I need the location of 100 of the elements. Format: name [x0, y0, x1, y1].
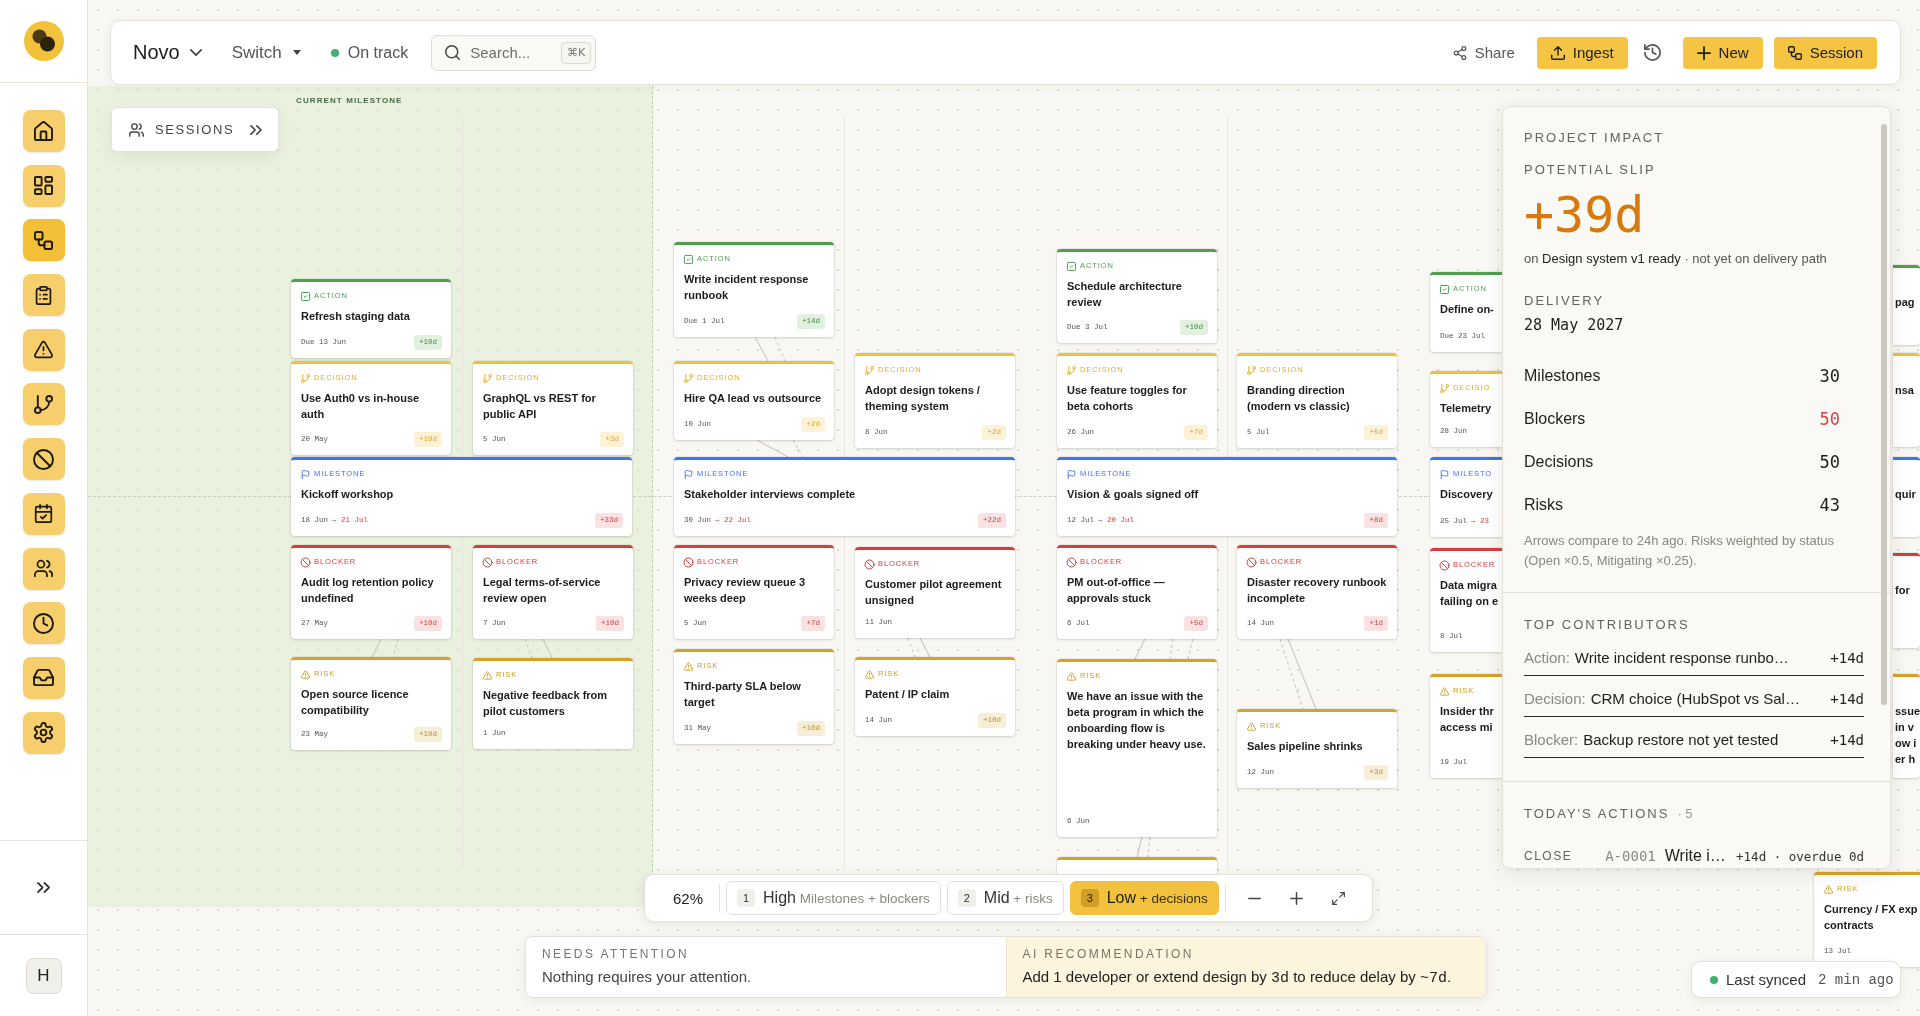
- card-title: Patent / IP claim: [865, 687, 951, 702]
- slip-note: on Design system v1 ready · not yet on delivery path: [1524, 250, 1828, 268]
- nav-button[interactable]: [22, 438, 65, 481]
- ingest-button[interactable]: Ingest: [1536, 36, 1628, 69]
- nav-button[interactable]: [22, 602, 65, 645]
- stat-label: Blockers: [1524, 409, 1586, 428]
- action-card[interactable]: pag: [1893, 265, 1920, 345]
- share-button[interactable]: Share: [1452, 44, 1515, 61]
- warning-icon: [1440, 686, 1449, 696]
- upload-icon: [1550, 45, 1565, 60]
- stat-label: Decisions: [1524, 452, 1594, 471]
- flag-icon: [684, 469, 693, 479]
- card-title: Schedule architecture review: [1067, 279, 1183, 310]
- workflow-icon: [34, 230, 53, 250]
- card-title: Audit log retention policy undefined: [301, 575, 435, 606]
- card-title: Adopt design tokens / theming system: [865, 383, 981, 414]
- warning-icon: [34, 340, 53, 360]
- branch-icon: [1247, 365, 1256, 375]
- branch-icon: [301, 373, 310, 383]
- new-button[interactable]: New: [1682, 36, 1763, 69]
- ban-icon: [865, 559, 874, 569]
- status-label: On track: [347, 43, 409, 62]
- action-meta: +14d · overdue 0d: [1736, 848, 1864, 864]
- card-title: We have an issue with the beta program in which the onboarding flow is breaking under heavy use.: [1067, 689, 1207, 752]
- section-label: NEEDS ATTENTION: [542, 947, 691, 961]
- blocker-card[interactable]: for: [1893, 553, 1920, 648]
- sessions-button[interactable]: SESSIONS: [111, 107, 279, 152]
- expand-sidebar-button[interactable]: [37, 882, 50, 893]
- card-title: Privacy review queue 3 weeks deep: [684, 575, 807, 606]
- card-title: Use Auth0 vs in-house auth: [301, 391, 421, 422]
- project-switcher[interactable]: Novo: [133, 41, 202, 64]
- search-icon: [445, 45, 461, 60]
- user-avatar[interactable]: H: [25, 957, 62, 994]
- card-title: Discovery: [1440, 487, 1494, 502]
- caret-icon: [292, 50, 301, 55]
- session-button[interactable]: Session: [1773, 36, 1877, 69]
- card-title: Kickoff workshop: [301, 487, 395, 502]
- contributor-name: CRM choice (HubSpot vs Sal…: [1590, 689, 1800, 709]
- action-id: A-0001: [1605, 848, 1656, 864]
- card-title: Open source licence compatibility: [301, 687, 410, 718]
- nav-button[interactable]: [22, 164, 65, 207]
- nav-button[interactable]: [22, 492, 65, 535]
- stat-value: 30: [1819, 365, 1840, 386]
- card-title: Refresh staging data: [301, 309, 411, 324]
- detail-level-tab[interactable]: 2 Mid + risks: [946, 881, 1064, 915]
- ban-icon: [1440, 560, 1449, 570]
- contributor-row[interactable]: Decision: CRM choice (HubSpot vs Sal… +14d: [1524, 689, 1864, 717]
- milestone-card[interactable]: quir: [1893, 457, 1920, 537]
- card-title: Hire QA lead vs outsource: [684, 391, 823, 406]
- card-title: Insider thr access mi: [1440, 704, 1495, 735]
- risk-card[interactable]: ssue in v ow i er h: [1893, 674, 1920, 778]
- nav-button[interactable]: [22, 383, 65, 426]
- sync-time: 2 min ago: [1818, 971, 1894, 988]
- detail-level-tab[interactable]: 3 Low + decisions: [1069, 881, 1219, 915]
- nav-button[interactable]: [22, 219, 65, 262]
- section-label: AI RECOMMENDATION: [1022, 947, 1195, 961]
- sync-label: Last synced: [1726, 971, 1807, 988]
- history-icon: [1643, 44, 1661, 61]
- nav-button[interactable]: [22, 328, 65, 371]
- decision-card[interactable]: nsa: [1893, 353, 1920, 447]
- checkbox-icon: [1067, 261, 1076, 271]
- stat-label: Milestones: [1524, 366, 1601, 385]
- expand-icon: [1332, 891, 1346, 905]
- ban-icon: [1067, 557, 1076, 567]
- stat-value: 50: [1819, 451, 1840, 472]
- section-label: DELIVERY: [1524, 294, 1606, 308]
- card-title: Data migra failing on e: [1440, 578, 1500, 609]
- section-label: POTENTIAL SLIP: [1524, 163, 1657, 177]
- detail-level-tab[interactable]: 1 High Milestones + blockers: [726, 881, 941, 915]
- nav-button[interactable]: [22, 711, 65, 754]
- nav-button[interactable]: [22, 110, 65, 152]
- switch-button[interactable]: Switch: [231, 42, 301, 63]
- checkbox-icon: [301, 291, 310, 301]
- nav-button[interactable]: [22, 274, 65, 317]
- warning-icon: [1824, 884, 1833, 894]
- workflow-icon: [1787, 45, 1802, 60]
- close-action-button[interactable]: CLOSE: [1524, 849, 1573, 863]
- flag-icon: [1440, 469, 1449, 479]
- warning-icon: [483, 670, 492, 680]
- contributor-row[interactable]: Blocker: Backup restore not yet tested +14d: [1524, 730, 1864, 758]
- dashboard-icon: [34, 176, 53, 196]
- nav-button[interactable]: [22, 547, 65, 590]
- history-button[interactable]: [1643, 44, 1661, 61]
- zoom-level: 62%: [673, 889, 704, 907]
- card-title: Negative feedback from pilot customers: [483, 688, 609, 719]
- footnote: Arrows compare to 24h ago. Risks weighted by status (Open ×0.5, Mitigating ×0.25).: [1524, 532, 1835, 570]
- nav-button[interactable]: [22, 656, 65, 699]
- scrollbar-thumb[interactable]: [1881, 124, 1887, 705]
- card-title: Customer pilot agreement unsigned: [865, 577, 1003, 608]
- branch-icon: [483, 373, 492, 383]
- shortcut-key: 2: [957, 889, 976, 907]
- ban-icon: [483, 557, 492, 567]
- ban-icon: [34, 449, 53, 469]
- card-title: GraphQL vs REST for public API: [483, 391, 597, 422]
- card-title: ssue in v ow i er h: [1895, 704, 1920, 767]
- contributor-row[interactable]: Action: Write incident response runbo… +14d: [1524, 648, 1864, 676]
- share-icon: [1452, 45, 1467, 60]
- double-chevron-icon: [250, 124, 263, 135]
- clock-icon: [34, 613, 53, 633]
- flag-icon: [301, 469, 310, 479]
